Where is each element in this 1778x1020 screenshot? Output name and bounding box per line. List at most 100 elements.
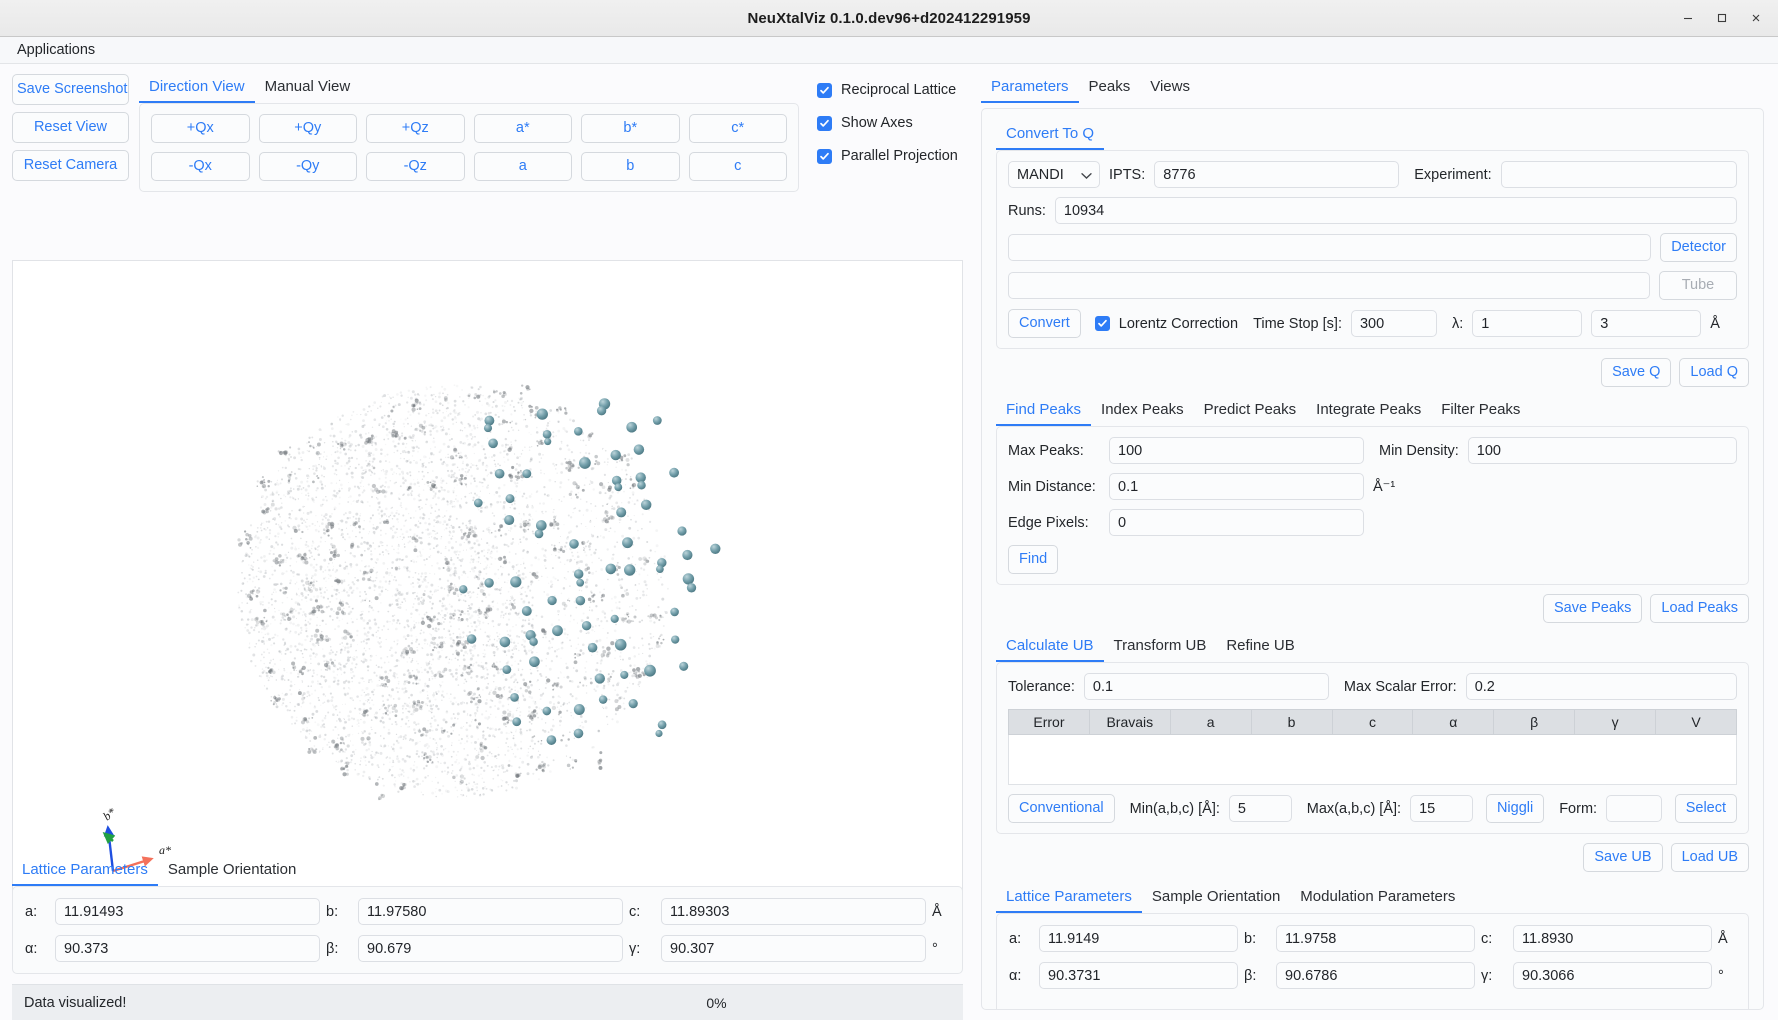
direction-button-plus-qy[interactable]: +Qy <box>259 114 358 143</box>
tolerance-field[interactable] <box>1084 673 1329 700</box>
direction-button-plus-qz[interactable]: +Qz <box>366 114 465 143</box>
max-scalar-error-field[interactable] <box>1466 673 1737 700</box>
tab-views[interactable]: Views <box>1140 74 1200 103</box>
load-q-button[interactable]: Load Q <box>1679 358 1749 387</box>
tab-index-peaks[interactable]: Index Peaks <box>1091 397 1194 426</box>
detector-path-field[interactable] <box>1008 234 1651 261</box>
tab-right-lattice-parameters[interactable]: Lattice Parameters <box>996 884 1142 913</box>
tab-integrate-peaks[interactable]: Integrate Peaks <box>1306 397 1431 426</box>
minimize-icon[interactable] <box>1674 6 1702 30</box>
form-field[interactable] <box>1606 795 1662 822</box>
tab-predict-peaks[interactable]: Predict Peaks <box>1194 397 1307 426</box>
right-field-b[interactable] <box>1276 925 1475 952</box>
right-field-beta[interactable] <box>1276 962 1475 989</box>
field-c[interactable] <box>661 898 926 925</box>
field-alpha[interactable] <box>55 935 320 962</box>
right-field-c[interactable] <box>1513 925 1712 952</box>
load-peaks-button[interactable]: Load Peaks <box>1650 594 1749 623</box>
save-peaks-button[interactable]: Save Peaks <box>1543 594 1642 623</box>
menu-item-applications[interactable]: Applications <box>10 39 102 61</box>
tab-parameters[interactable]: Parameters <box>981 74 1079 103</box>
tab-direction-view[interactable]: Direction View <box>139 74 255 103</box>
min-density-field[interactable] <box>1468 437 1737 464</box>
direction-button-a[interactable]: a <box>474 152 573 181</box>
ub-section: Calculate UB Transform UB Refine UB Tole… <box>996 633 1749 872</box>
reset-view-button[interactable]: Reset View <box>12 112 129 143</box>
lambda-max-field[interactable] <box>1591 310 1701 337</box>
tube-path-field[interactable] <box>1008 272 1650 299</box>
field-beta[interactable] <box>358 935 623 962</box>
direction-button-b[interactable]: b <box>581 152 680 181</box>
find-button[interactable]: Find <box>1008 545 1058 574</box>
checkbox-label-reciprocal-lattice: Reciprocal Lattice <box>841 82 956 98</box>
convert-row-actions: Convert Lorentz Correction Time Stop [s]… <box>1008 309 1737 338</box>
reset-camera-button[interactable]: Reset Camera <box>12 150 129 181</box>
tab-refine-ub[interactable]: Refine UB <box>1216 633 1304 662</box>
edge-pixels-field[interactable] <box>1109 509 1364 536</box>
save-screenshot-button[interactable]: Save Screenshot <box>12 74 129 105</box>
right-field-a[interactable] <box>1039 925 1238 952</box>
tab-lattice-parameters[interactable]: Lattice Parameters <box>12 857 158 886</box>
instrument-select[interactable]: MANDI <box>1008 161 1100 188</box>
right-field-alpha[interactable] <box>1039 962 1238 989</box>
maximize-icon[interactable] <box>1708 6 1736 30</box>
experiment-field[interactable] <box>1501 161 1737 188</box>
tab-right-sample-orientation[interactable]: Sample Orientation <box>1142 884 1290 913</box>
niggli-button[interactable]: Niggli <box>1486 794 1544 823</box>
direction-button-c[interactable]: c <box>689 152 788 181</box>
checkbox-reciprocal-lattice[interactable]: Reciprocal Lattice <box>817 82 958 98</box>
tab-calculate-ub[interactable]: Calculate UB <box>996 633 1104 662</box>
tab-peaks[interactable]: Peaks <box>1079 74 1141 103</box>
direction-button-minus-qx[interactable]: -Qx <box>151 152 250 181</box>
checkmark-icon <box>817 83 832 98</box>
ub-col-alpha[interactable]: α <box>1413 710 1494 735</box>
direction-button-minus-qz[interactable]: -Qz <box>366 152 465 181</box>
tab-modulation-parameters[interactable]: Modulation Parameters <box>1290 884 1465 913</box>
max-peaks-field[interactable] <box>1109 437 1364 464</box>
conventional-button[interactable]: Conventional <box>1008 794 1115 823</box>
tab-manual-view[interactable]: Manual View <box>255 74 361 103</box>
ub-col-a[interactable]: a <box>1170 710 1251 735</box>
field-a[interactable] <box>55 898 320 925</box>
tab-convert-to-q[interactable]: Convert To Q <box>996 121 1104 150</box>
field-gamma[interactable] <box>661 935 926 962</box>
runs-field[interactable] <box>1055 197 1737 224</box>
lambda-min-field[interactable] <box>1472 310 1582 337</box>
min-distance-field[interactable] <box>1109 473 1364 500</box>
ub-col-beta[interactable]: β <box>1494 710 1575 735</box>
tab-transform-ub[interactable]: Transform UB <box>1104 633 1217 662</box>
ub-col-error[interactable]: Error <box>1009 710 1090 735</box>
max-abc-field[interactable] <box>1410 795 1473 822</box>
tab-find-peaks[interactable]: Find Peaks <box>996 397 1091 426</box>
tab-sample-orientation[interactable]: Sample Orientation <box>158 857 306 886</box>
close-icon[interactable] <box>1742 6 1770 30</box>
checkbox-show-axes[interactable]: Show Axes <box>817 115 958 131</box>
ipts-field[interactable] <box>1154 161 1399 188</box>
label-alpha: α: <box>25 941 49 957</box>
ub-col-c[interactable]: c <box>1332 710 1413 735</box>
direction-button-b-star[interactable]: b* <box>581 114 680 143</box>
tab-filter-peaks[interactable]: Filter Peaks <box>1431 397 1530 426</box>
time-stop-field[interactable] <box>1351 310 1437 337</box>
direction-button-plus-qx[interactable]: +Qx <box>151 114 250 143</box>
load-ub-button[interactable]: Load UB <box>1671 843 1749 872</box>
ub-col-gamma[interactable]: γ <box>1575 710 1656 735</box>
direction-button-a-star[interactable]: a* <box>474 114 573 143</box>
ub-col-volume[interactable]: V <box>1656 710 1737 735</box>
convert-button[interactable]: Convert <box>1008 309 1081 338</box>
ub-col-b[interactable]: b <box>1251 710 1332 735</box>
ub-results-table[interactable]: Error Bravais a b c α β γ V <box>1008 709 1737 785</box>
select-button[interactable]: Select <box>1675 794 1737 823</box>
right-field-gamma[interactable] <box>1513 962 1712 989</box>
3d-viewport[interactable]: a* b* <box>12 260 963 903</box>
direction-button-c-star[interactable]: c* <box>689 114 788 143</box>
lorentz-correction-checkbox[interactable] <box>1095 316 1110 331</box>
save-q-button[interactable]: Save Q <box>1601 358 1671 387</box>
ub-col-bravais[interactable]: Bravais <box>1089 710 1170 735</box>
direction-button-minus-qy[interactable]: -Qy <box>259 152 358 181</box>
checkbox-parallel-projection[interactable]: Parallel Projection <box>817 148 958 164</box>
detector-button[interactable]: Detector <box>1660 233 1737 262</box>
field-b[interactable] <box>358 898 623 925</box>
min-abc-field[interactable] <box>1229 795 1292 822</box>
save-ub-button[interactable]: Save UB <box>1583 843 1662 872</box>
